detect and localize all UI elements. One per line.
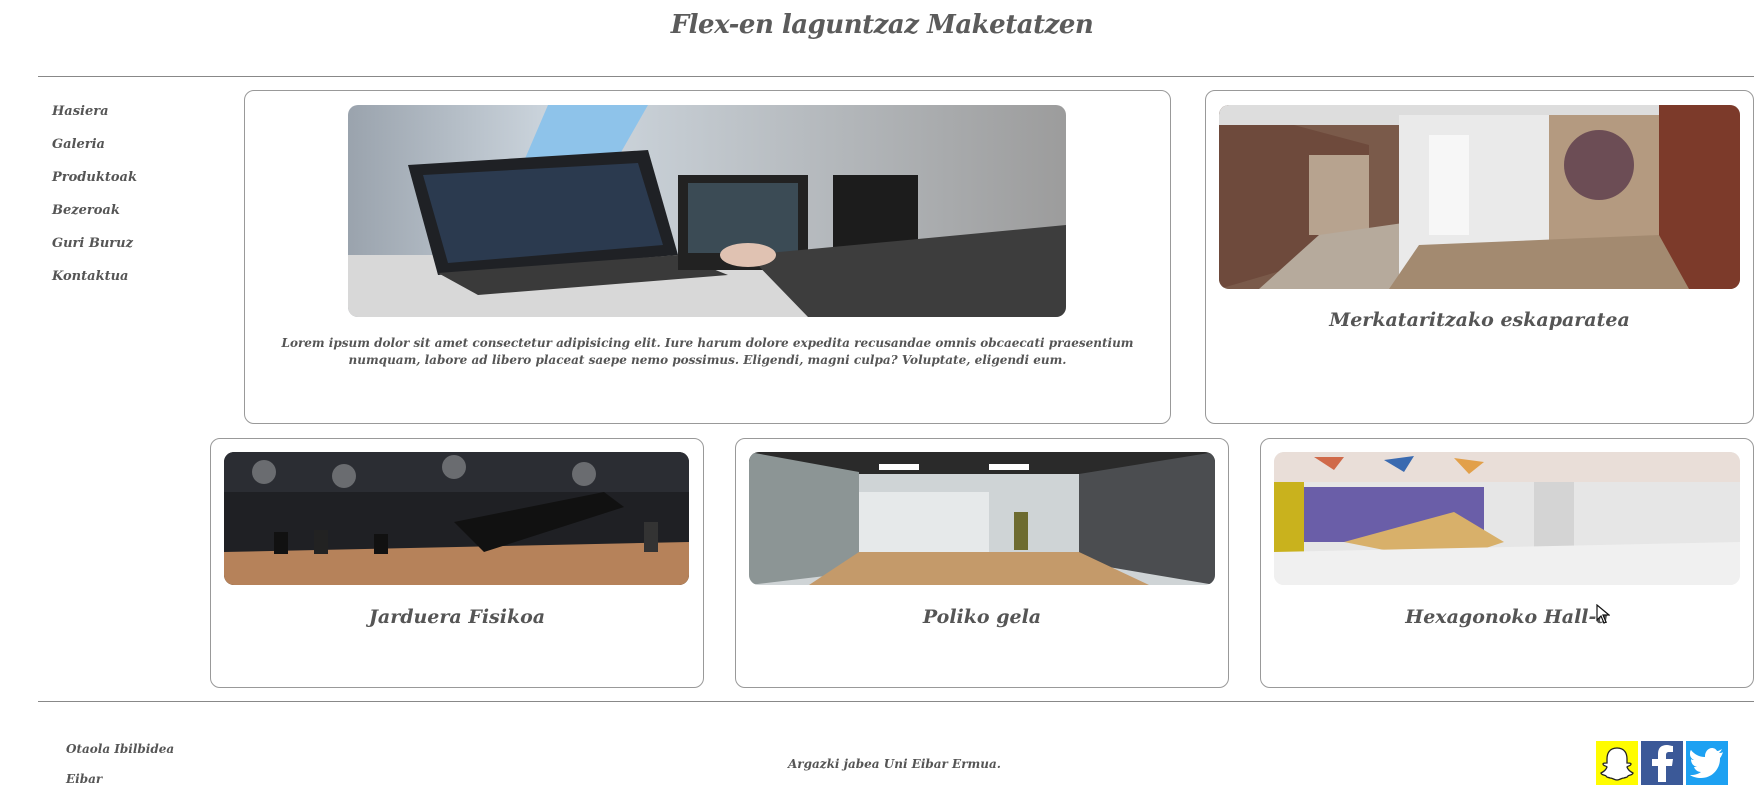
- header-divider: [38, 76, 1754, 77]
- footer-divider: [38, 701, 1754, 702]
- card-gym-caption: Jarduera Fisikoa: [368, 606, 546, 628]
- footer-credit: Argazki jabea Uni Eibar Ermua.: [788, 757, 1001, 771]
- card-image-shop-window: [1219, 105, 1740, 289]
- footer-address: Otaola Ibilbidea Eibar: [66, 742, 174, 802]
- card-poly-room: Poliko gela: [735, 438, 1229, 688]
- card-hall-caption: Hexagonoko Hall-a: [1405, 606, 1609, 628]
- card-hexagon-hall: Hexagonoko Hall-a: [1260, 438, 1754, 688]
- nav-item-bezeroak[interactable]: Bezeroak: [52, 203, 137, 236]
- card-shop-window: Merkataritzako eskaparatea: [1205, 90, 1754, 424]
- card-shop-caption: Merkataritzako eskaparatea: [1329, 309, 1630, 331]
- twitter-icon[interactable]: [1686, 741, 1728, 785]
- nav-item-produktoak[interactable]: Produktoak: [52, 170, 137, 203]
- footer-address-line2: Eibar: [66, 772, 103, 786]
- card-main-text: Lorem ipsum dolor sit amet consectetur a…: [281, 336, 1134, 367]
- page-title: Flex-en laguntzaz Maketatzen: [670, 10, 1094, 40]
- sidebar-nav: Hasiera Galeria Produktoak Bezeroak Guri…: [52, 104, 137, 302]
- facebook-icon[interactable]: [1641, 741, 1683, 785]
- mouse-pointer-icon: [1596, 603, 1611, 628]
- nav-item-kontaktua[interactable]: Kontaktua: [52, 269, 137, 302]
- nav-item-galeria[interactable]: Galeria: [52, 137, 137, 170]
- card-image-gym: [224, 452, 689, 585]
- card-gym: Jarduera Fisikoa: [210, 438, 704, 688]
- card-image-laptops: [348, 105, 1066, 317]
- snapchat-icon[interactable]: [1596, 741, 1638, 785]
- nav-item-hasiera[interactable]: Hasiera: [52, 104, 137, 137]
- footer-address-line1: Otaola Ibilbidea: [66, 742, 175, 756]
- card-image-poly-room: [749, 452, 1215, 585]
- card-main: Lorem ipsum dolor sit amet consectetur a…: [244, 90, 1171, 424]
- card-poly-caption: Poliko gela: [922, 606, 1042, 628]
- nav-item-guri-buruz[interactable]: Guri Buruz: [52, 236, 137, 269]
- card-image-hexagon-hall: [1274, 452, 1740, 585]
